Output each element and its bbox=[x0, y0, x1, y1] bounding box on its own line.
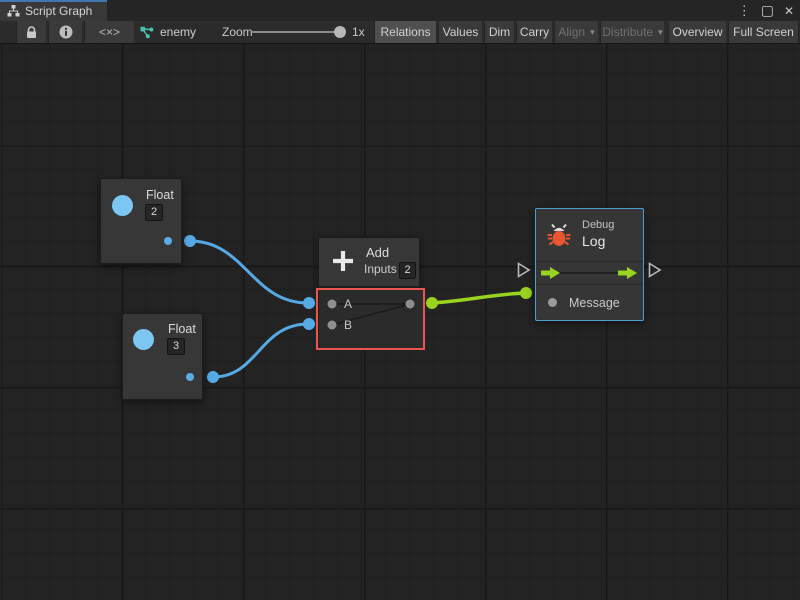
info-button[interactable] bbox=[48, 21, 82, 43]
chevron-down-icon: ▾ bbox=[590, 27, 595, 38]
overview-button[interactable]: Overview bbox=[668, 21, 726, 43]
values-button[interactable]: Values bbox=[438, 21, 482, 43]
node-title: Log bbox=[582, 233, 614, 251]
dim-label: Dim bbox=[489, 25, 510, 39]
float-node-1[interactable]: Float 2 bbox=[100, 178, 182, 264]
zoom-slider-track[interactable] bbox=[252, 31, 342, 33]
bug-icon bbox=[546, 222, 572, 248]
add-node-header[interactable]: Add Inputs 2 bbox=[318, 237, 420, 287]
debug-message-row: Message bbox=[536, 284, 643, 320]
wire-add-to-message[interactable] bbox=[432, 293, 526, 303]
float-node-2[interactable]: Float 3 bbox=[122, 313, 203, 400]
zoom-value: 1x bbox=[352, 21, 365, 43]
lock-button[interactable] bbox=[16, 21, 46, 43]
code-icon: <×> bbox=[99, 25, 120, 39]
carry-button[interactable]: Carry bbox=[516, 21, 552, 43]
float-output-port[interactable] bbox=[164, 237, 172, 245]
message-input-port[interactable] bbox=[548, 298, 557, 307]
zoom-slider-handle[interactable] bbox=[334, 26, 346, 38]
float-value-input[interactable]: 3 bbox=[167, 338, 185, 355]
wire-endpoint[interactable] bbox=[184, 235, 196, 247]
close-icon[interactable]: ✕ bbox=[784, 5, 794, 17]
float-type-icon bbox=[112, 195, 133, 216]
plus-icon bbox=[331, 249, 355, 273]
wire-endpoint[interactable] bbox=[303, 297, 315, 309]
wire-endpoint[interactable] bbox=[207, 371, 219, 383]
lock-icon bbox=[26, 26, 37, 39]
debug-log-node[interactable]: Debug Log Message bbox=[535, 208, 644, 321]
tab-script-graph[interactable]: Script Graph bbox=[0, 0, 107, 21]
flow-output-port[interactable] bbox=[618, 267, 637, 279]
inputs-count-input[interactable]: 2 bbox=[399, 262, 416, 279]
debug-flow-row bbox=[536, 261, 643, 284]
node-title: Float bbox=[146, 188, 174, 202]
wire-float2-to-add-a[interactable] bbox=[190, 241, 308, 303]
node-category: Debug bbox=[582, 219, 614, 233]
wire-endpoint[interactable] bbox=[426, 297, 438, 309]
code-view-button[interactable]: <×> bbox=[84, 21, 134, 43]
chevron-down-icon: ▾ bbox=[658, 27, 663, 38]
script-graph-window: Script Graph ⋮ ▢ ✕ <×> bbox=[0, 0, 800, 600]
wire-float3-to-add-b[interactable] bbox=[213, 324, 308, 377]
values-label: Values bbox=[443, 25, 479, 39]
float-output-port[interactable] bbox=[186, 373, 194, 381]
zoom-label: Zoom bbox=[222, 21, 253, 43]
graph-canvas[interactable]: Float 2 Float 3 Add Inputs 2 bbox=[0, 44, 800, 600]
error-highlight-frame bbox=[316, 288, 425, 350]
dim-button[interactable]: Dim bbox=[484, 21, 514, 43]
window-menu-icon[interactable]: ⋮ bbox=[738, 4, 751, 17]
flow-ports bbox=[536, 262, 643, 284]
relations-label: Relations bbox=[380, 25, 430, 39]
info-icon bbox=[59, 25, 73, 39]
message-label: Message bbox=[569, 296, 620, 310]
inputs-label: Inputs bbox=[364, 262, 397, 276]
window-controls: ⋮ ▢ ✕ bbox=[738, 0, 794, 21]
node-title: Add bbox=[366, 245, 389, 260]
relations-button[interactable]: Relations bbox=[374, 21, 436, 43]
flow-exit-triangle[interactable] bbox=[648, 262, 662, 278]
flow-entry-triangle[interactable] bbox=[517, 262, 531, 278]
maximize-icon[interactable]: ▢ bbox=[761, 3, 774, 17]
align-label: Align bbox=[558, 25, 585, 39]
full-screen-button[interactable]: Full Screen bbox=[728, 21, 799, 43]
tab-bar: Script Graph ⋮ ▢ ✕ bbox=[0, 0, 800, 21]
graph-tab-icon bbox=[7, 5, 20, 17]
wire-endpoint[interactable] bbox=[520, 287, 532, 299]
float-type-icon bbox=[133, 329, 154, 350]
graph-ref-label: enemy bbox=[160, 25, 196, 39]
wire-endpoint[interactable] bbox=[303, 318, 315, 330]
active-tab-accent bbox=[0, 0, 107, 2]
carry-label: Carry bbox=[520, 25, 549, 39]
debug-node-titles: Debug Log bbox=[582, 219, 614, 250]
float-value-input[interactable]: 2 bbox=[145, 204, 163, 221]
node-title: Float bbox=[168, 322, 196, 336]
graph-toolbar: <×> enemy Zoom 1x Relations Values Dim C… bbox=[0, 21, 800, 44]
full-screen-label: Full Screen bbox=[733, 25, 794, 39]
distribute-dropdown[interactable]: Distribute ▾ bbox=[600, 21, 664, 43]
debug-node-header: Debug Log bbox=[536, 209, 643, 261]
distribute-label: Distribute bbox=[602, 25, 653, 39]
align-dropdown[interactable]: Align ▾ bbox=[554, 21, 598, 43]
overview-label: Overview bbox=[672, 25, 722, 39]
flow-input-port[interactable] bbox=[541, 267, 560, 279]
graph-reference[interactable]: enemy bbox=[140, 21, 196, 43]
tab-title: Script Graph bbox=[25, 4, 92, 18]
graph-node-icon bbox=[140, 26, 154, 39]
